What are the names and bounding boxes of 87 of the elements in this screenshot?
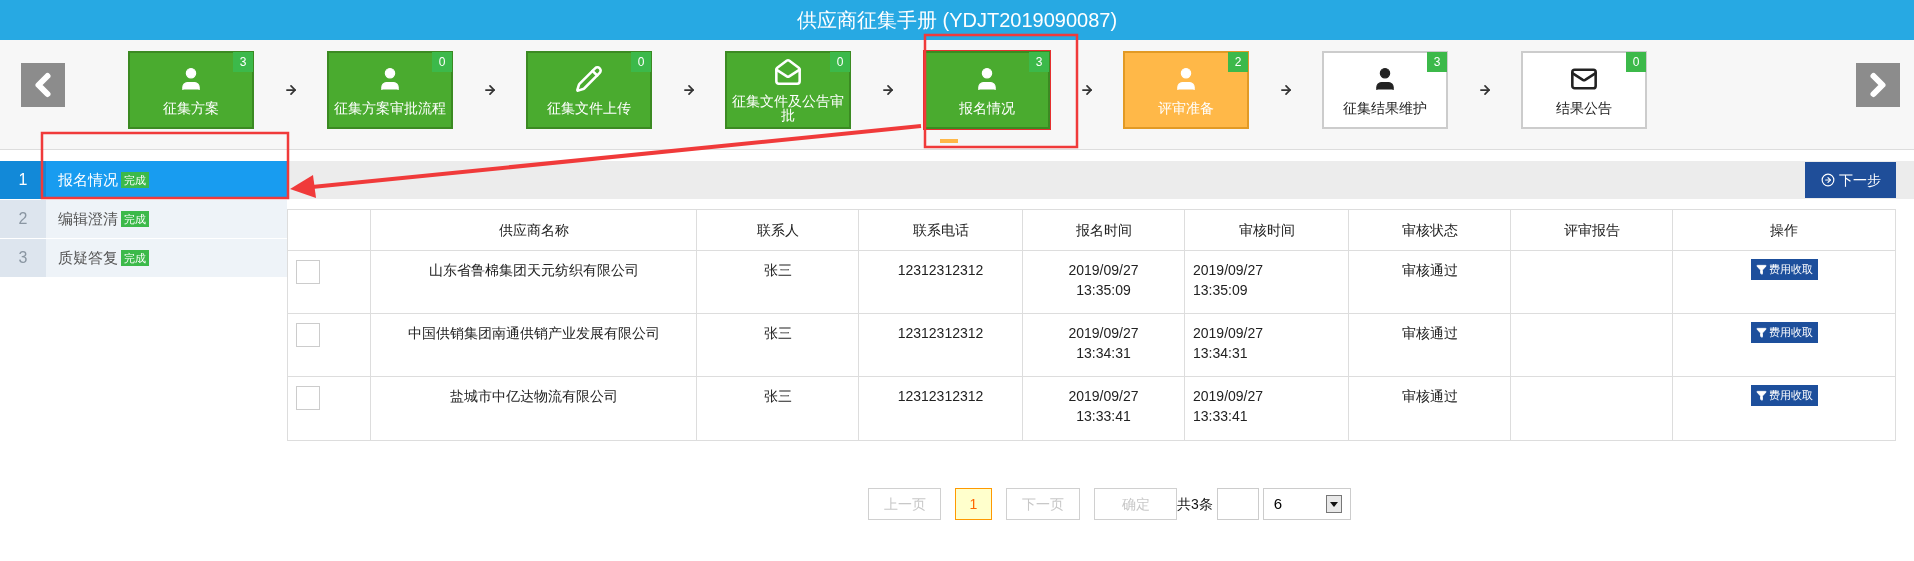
step-card[interactable]: 征集方案审批流程 0 [327,51,453,129]
step-number: 1 [0,161,46,199]
count-badge: 0 [631,52,651,72]
column-header: 报名时间 [1023,210,1185,250]
funnel-icon [1755,327,1767,338]
count-badge: 0 [432,52,452,72]
column-header: 评审报告 [1511,210,1673,250]
count-badge: 3 [233,52,253,72]
table-cell: 12312312312 [897,325,984,341]
envelope-icon [774,58,802,86]
table-cell: 张三 [763,388,792,404]
step-label: 征集方案审批流程 [334,101,446,115]
next-arrow-button[interactable] [1856,63,1900,107]
table-cell-text: 2019/09/27 13:34:31 [1067,324,1140,363]
step-label: 征集结果维护 [1343,101,1427,115]
step-number: 2 [0,200,46,238]
table-cell-text: 2019/09/27 13:33:41 [1067,387,1140,426]
step-card[interactable]: 征集文件上传 0 [526,51,652,129]
total-count: 共3条 [1177,494,1213,514]
previous-button[interactable] [21,63,65,107]
sidebar-item[interactable]: 3 质疑答复 完成 [0,239,287,278]
table-cell: 盐城市中亿达物流有限公司 [449,388,618,404]
column-header: 审核状态 [1349,210,1511,250]
column-header: 供应商名称 [371,210,697,250]
fee-collect-button[interactable]: 费用收取 [1750,259,1818,280]
funnel-icon [1755,264,1767,275]
table-cell: 审核通过 [1401,388,1458,404]
table-cell: 12312312312 [897,262,984,278]
count-badge: 3 [1427,52,1447,72]
fee-collect-button[interactable]: 费用收取 [1750,322,1818,343]
table-cell: 中国供销集团南通供销产业发展有限公司 [407,325,660,341]
step-card[interactable]: 结果公告 0 [1521,51,1647,129]
step-label: 评审准备 [1158,101,1214,115]
column-header: 联系人 [697,210,859,250]
table-cell: 12312312312 [897,388,984,404]
page-input[interactable] [1216,488,1259,520]
step-card[interactable]: 报名情况 3 [924,51,1050,129]
sidebar-item[interactable]: 1 报名情况 完成 [0,161,287,200]
table-cell: 山东省鲁棉集团天元纺织有限公司 [428,262,639,278]
count-badge: 2 [1228,52,1248,72]
dropdown-caret-icon [1325,495,1342,513]
arrow-icon [880,83,895,97]
window-title: 供应商征集手册 (YDJT2019090087) [796,8,1118,33]
table-cell: 张三 [763,325,792,341]
count-badge: 3 [1029,52,1049,72]
next-step-button[interactable]: 下一步 [1805,162,1896,198]
table-cell: 张三 [763,262,792,278]
step-label: 征集文件上传 [547,101,631,115]
step-label: 报名情况 [959,101,1015,115]
item-label: 编辑澄清 [58,208,118,229]
arrow-circle-icon [1820,173,1835,187]
table-cell-text: 2019/09/27 13:34:31 [1193,324,1265,363]
funnel-icon [1755,390,1767,401]
count-badge: 0 [1626,52,1646,72]
step-card[interactable]: 征集方案 3 [128,51,254,129]
selected-indicator [940,139,958,143]
step-label: 征集方案 [163,101,219,115]
step-card[interactable]: 评审准备 2 [1123,51,1249,129]
table-cell-text: 2019/09/27 13:33:41 [1193,387,1265,426]
step-card[interactable]: 征集结果维护 3 [1322,51,1448,129]
sidebar-item[interactable]: 2 编辑澄清 完成 [0,200,287,239]
envelope-icon [1570,65,1598,93]
page-size-select[interactable]: 6 [1262,488,1351,520]
done-badge: 完成 [121,250,149,266]
row-checkbox[interactable] [296,323,320,347]
column-header: 联系电话 [859,210,1023,250]
page-button[interactable]: 1 [955,488,992,520]
table-cell-text: 2019/09/27 13:35:09 [1193,261,1265,300]
pencil-icon [575,65,603,93]
table-cell-text: 2019/09/27 13:35:09 [1067,261,1140,300]
row-checkbox[interactable] [296,386,320,410]
item-label: 报名情况 [58,169,118,190]
step-label: 征集文件及公告审批 [731,94,845,122]
arrow-icon [681,83,696,97]
column-header: 审核时间 [1185,210,1349,250]
done-badge: 完成 [121,172,149,188]
table-cell: 审核通过 [1401,262,1458,278]
row-checkbox[interactable] [296,260,320,284]
done-badge: 完成 [121,211,149,227]
step-number: 3 [0,239,46,277]
step-card[interactable]: 征集文件及公告审批 0 [725,51,851,129]
column-header: 操作 [1769,220,1799,240]
table-cell: 审核通过 [1401,325,1458,341]
step-label: 结果公告 [1556,101,1612,115]
item-label: 质疑答复 [58,247,118,268]
fee-collect-button[interactable]: 费用收取 [1750,385,1818,406]
count-badge: 0 [830,52,850,72]
